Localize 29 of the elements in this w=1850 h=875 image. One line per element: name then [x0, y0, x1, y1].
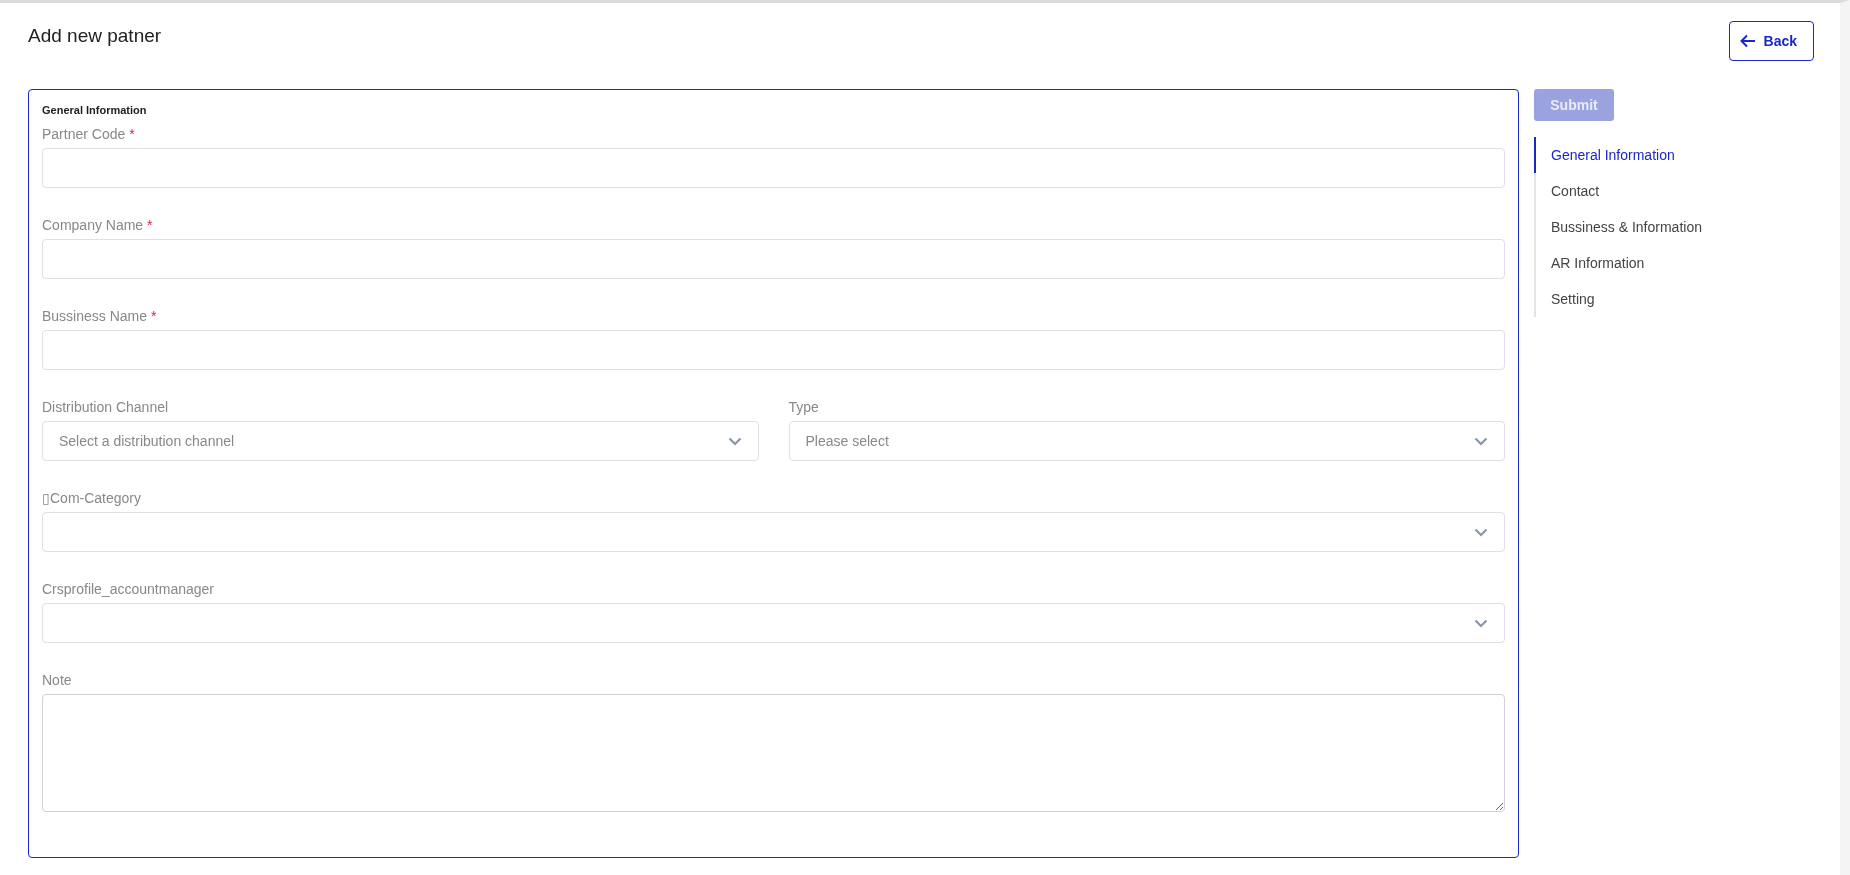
- back-arrow-icon: [1739, 34, 1756, 48]
- note-textarea[interactable]: [42, 694, 1505, 812]
- select-field[interactable]: Select a distribution channel: [42, 421, 759, 461]
- field-label: Partner Code *: [42, 126, 136, 142]
- section-nav-item[interactable]: General Information: [1534, 137, 1702, 173]
- field-label: Company Name *: [42, 217, 154, 233]
- chevron-down-icon: [1474, 436, 1488, 446]
- back-button[interactable]: Back: [1728, 21, 1814, 61]
- select-field[interactable]: [42, 603, 1505, 643]
- text-input-field[interactable]: [42, 330, 1505, 370]
- section-nav-item[interactable]: AR Information: [1534, 245, 1702, 281]
- page-title: Add new patner: [28, 25, 162, 47]
- chevron-down-icon: [1474, 618, 1488, 628]
- chevron-down-icon: [727, 436, 742, 446]
- field-label: Crsprofile_accountmanager: [42, 581, 215, 597]
- field-label: Distribution Channel: [42, 399, 170, 415]
- section-nav-item[interactable]: Contact: [1534, 173, 1702, 209]
- text-input-field[interactable]: [42, 239, 1505, 279]
- field-label: Note: [42, 672, 73, 688]
- section-nav-item[interactable]: Setting: [1534, 281, 1702, 317]
- text-input-field[interactable]: [42, 148, 1505, 188]
- field-label: Bussiness Name *: [42, 308, 158, 324]
- field-label: ▯Com-Category: [42, 490, 143, 506]
- section-title: General Information: [42, 104, 148, 116]
- field-label: Type: [788, 399, 820, 415]
- select-field[interactable]: [42, 512, 1505, 552]
- select-field[interactable]: Please select: [788, 421, 1505, 461]
- section-nav-item[interactable]: Bussiness & Information: [1534, 209, 1702, 245]
- chevron-down-icon: [1474, 527, 1488, 537]
